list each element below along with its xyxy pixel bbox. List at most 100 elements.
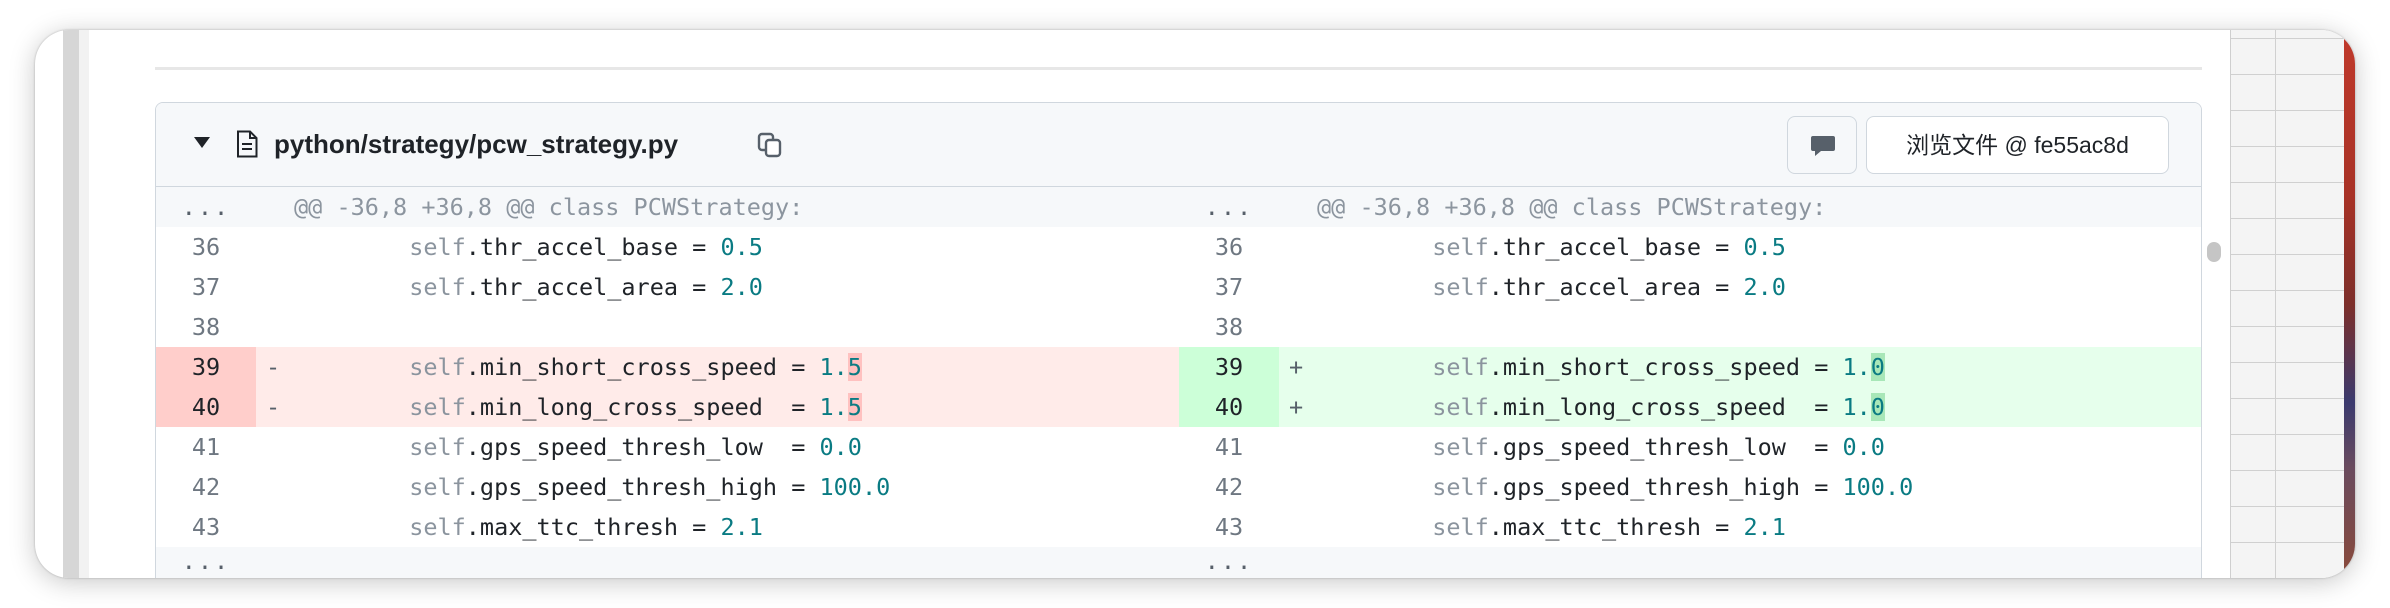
code-self-token: self [409,353,466,381]
view-file-button[interactable]: 浏览文件 @ fe55ac8d [1866,116,2169,174]
changed-digit: 0 [1870,353,1885,381]
code-line: self.min_short_cross_speed = 1.5 [296,347,862,387]
grid-line [2231,506,2355,507]
code-number: 0.0 [819,433,862,461]
code-self-token: self [1432,473,1489,501]
diff-row: 43 self.max_ttc_thresh = 2.1 43 self.max_… [156,507,2201,547]
expand-down-button[interactable]: ... [156,547,256,578]
code-self-token: self [409,393,466,421]
old-line: 42 self.gps_speed_thresh_high = 100.0 [156,467,1179,507]
expand-up-button[interactable]: ... [1179,187,1279,227]
diff-file-panel: python/strategy/pcw_strategy.py 浏览文件 @ f… [155,102,2202,578]
new-line: 43 self.max_ttc_thresh = 2.1 [1179,507,2201,547]
code-self-token: self [409,233,466,261]
scrollbar-track[interactable] [2202,30,2230,578]
grid-line [2231,434,2355,435]
old-line: 41 self.gps_speed_thresh_low = 0.0 [156,427,1179,467]
file-header: python/strategy/pcw_strategy.py 浏览文件 @ f… [156,103,2201,187]
addition-marker: + [1289,393,1304,421]
code-attribute: .min_short_cross_speed = [1488,353,1843,381]
new-line: 42 self.gps_speed_thresh_high = 100.0 [1179,467,2201,507]
line-number[interactable]: 43 [156,507,256,547]
changed-digit: 5 [847,353,862,381]
code-self-token: self [409,273,466,301]
code-attribute: .thr_accel_base = [1488,233,1744,261]
scrollbar-thumb[interactable] [2207,242,2221,262]
hunk-left: ... @@ -36,8 +36,8 @@ class PCWStrategy: [156,187,1179,227]
code-number: 100.0 [819,473,891,501]
line-number[interactable]: 43 [1179,507,1279,547]
line-number[interactable]: 39 [156,347,256,387]
comment-button[interactable] [1787,116,1857,174]
code-line: self.max_ttc_thresh = 2.1 [296,507,763,547]
code-line: self.thr_accel_area = 2.0 [296,267,763,307]
divider [155,67,2202,70]
code-number: 0.5 [1743,233,1786,261]
grid-line [2231,290,2355,291]
code-line: self.min_long_cross_speed = 1.0 [1319,387,1885,427]
code-number: 1. [1842,393,1871,421]
code-self-token: self [409,433,466,461]
code-line: self.gps_speed_thresh_low = 0.0 [1319,427,1885,467]
copy-icon[interactable] [757,132,783,158]
footer-left: ... [156,547,1179,578]
code-line: self.min_short_cross_speed = 1.0 [1319,347,1885,387]
line-number[interactable]: 37 [156,267,256,307]
footer-right: ... [1179,547,2201,578]
diff-row: 38 38 [156,307,2201,347]
line-number[interactable]: 40 [156,387,256,427]
grid-line [2231,254,2355,255]
old-line: 40- self.min_long_cross_speed = 1.5 [156,387,1179,427]
expand-down-button[interactable]: ... [1179,547,1279,578]
window-left-edge-inner [79,30,89,578]
chevron-down-icon[interactable] [194,137,210,148]
code-self-token: self [1432,233,1489,261]
line-number[interactable]: 38 [156,307,256,347]
grid-line [2231,218,2355,219]
code-line: self.thr_accel_base = 0.5 [296,227,763,267]
code-self-token: self [409,473,466,501]
line-number[interactable]: 37 [1179,267,1279,307]
grid-line [2231,182,2355,183]
grid-line [2231,326,2355,327]
code-line: self.thr_accel_base = 0.5 [1319,227,1786,267]
old-line: 36 self.thr_accel_base = 0.5 [156,227,1179,267]
grid-line [2231,38,2355,39]
line-number[interactable]: 41 [156,427,256,467]
line-number[interactable]: 40 [1179,387,1279,427]
old-line: 43 self.max_ttc_thresh = 2.1 [156,507,1179,547]
code-self-token: self [1432,273,1489,301]
hunk-header-row: ... @@ -36,8 +36,8 @@ class PCWStrategy:… [156,187,2201,227]
code-line: self.max_ttc_thresh = 2.1 [1319,507,1786,547]
line-number[interactable]: 42 [1179,467,1279,507]
code-attribute: .min_short_cross_speed = [465,353,820,381]
code-line: self.thr_accel_area = 2.0 [1319,267,1786,307]
background-window [2230,30,2355,578]
line-number[interactable]: 42 [156,467,256,507]
line-number[interactable]: 36 [156,227,256,267]
line-number[interactable]: 38 [1179,307,1279,347]
code-number: 1. [1842,353,1871,381]
diff-row: 41 self.gps_speed_thresh_low = 0.0 41 sel… [156,427,2201,467]
expand-up-button[interactable]: ... [156,187,256,227]
code-attribute: .thr_accel_base = [465,233,721,261]
deletion-marker: - [266,393,281,421]
file-path[interactable]: python/strategy/pcw_strategy.py [274,127,678,161]
grid-line [2231,110,2355,111]
diff-row: 39- self.min_short_cross_speed = 1.5 39 + … [156,347,2201,387]
line-number[interactable]: 36 [1179,227,1279,267]
line-number[interactable]: 41 [1179,427,1279,467]
code-number: 2.1 [1743,513,1786,541]
code-attribute: .gps_speed_thresh_low = [465,433,820,461]
code-attribute: .gps_speed_thresh_low = [1488,433,1843,461]
grid-line [2275,30,2276,578]
grid-line [2231,74,2355,75]
line-number[interactable]: 39 [1179,347,1279,387]
old-line: 37 self.thr_accel_area = 2.0 [156,267,1179,307]
code-number: 1. [819,393,848,421]
